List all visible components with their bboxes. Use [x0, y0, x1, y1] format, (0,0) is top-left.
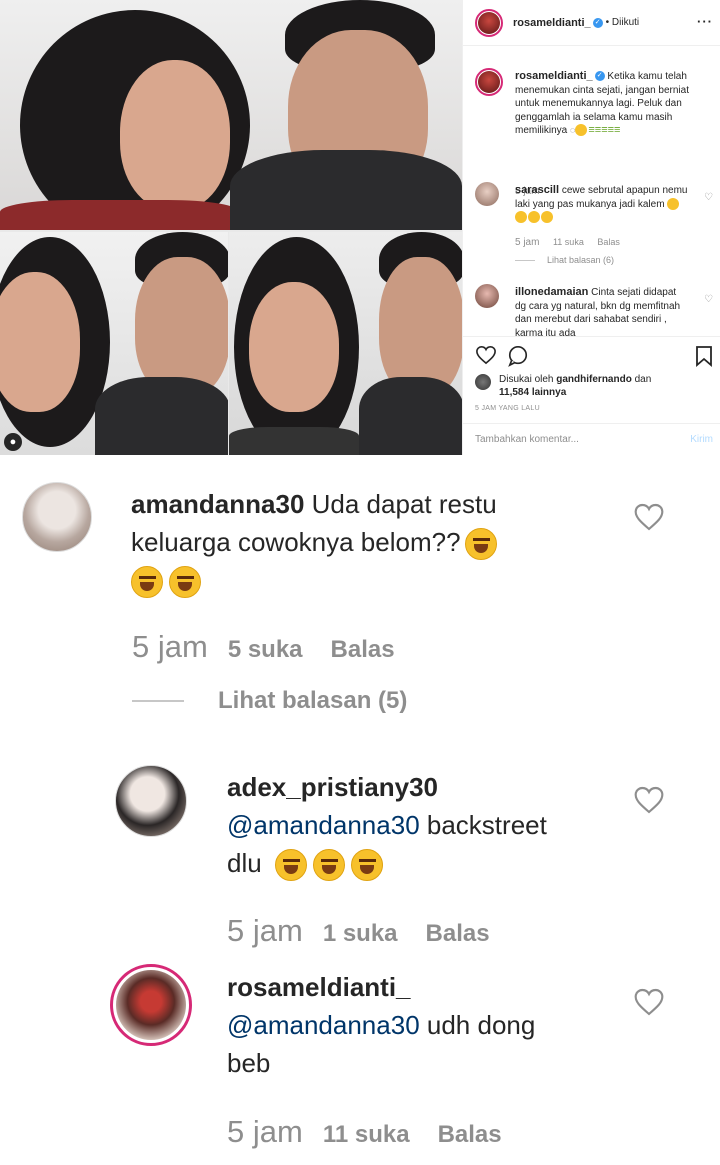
post-photo[interactable]: ● — [0, 0, 462, 455]
liker-username[interactable]: gandhifernando — [556, 374, 632, 385]
comment-time: 5 jam — [227, 913, 303, 948]
caption-text: rosameldianti_ ✓ Ketika kamu telah menemu… — [515, 70, 690, 138]
comment-time: 5 jam — [227, 1114, 303, 1149]
comment-reply-button[interactable]: Balas — [331, 636, 395, 663]
likes-summary: Disukai oleh gandhifernando dan 11,584 l… — [499, 374, 652, 398]
post-timestamp: 5 JAM YANG LALU — [475, 405, 540, 412]
comment-icon[interactable] — [507, 345, 529, 367]
commenter-avatar[interactable] — [475, 284, 499, 308]
comment-text: rosameldianti_ @amandanna30 udh dong beb — [227, 968, 627, 1082]
likes-count[interactable]: 11,584 lainnya — [499, 387, 566, 398]
comment-meta: 5 jam 11 suka Balas — [227, 1114, 530, 1150]
comment-text: amandanna30 Uda dapat restu keluarga cow… — [131, 485, 601, 599]
photo-panel-bottom-left — [0, 232, 228, 455]
commenter-avatar[interactable] — [22, 482, 92, 552]
zoomed-comments: amandanna30 Uda dapat restu keluarga cow… — [0, 455, 720, 1165]
comment-like-heart-icon[interactable]: ♡ — [704, 294, 713, 305]
commenter-avatar[interactable] — [110, 964, 192, 1046]
comment-body: udh dong — [426, 1010, 536, 1040]
comment-meta: 5 jam 11 suka Balas — [515, 237, 631, 248]
author-username[interactable]: rosameldianti_ — [513, 17, 591, 29]
emoji-icon — [350, 849, 383, 882]
comment-username[interactable]: rosameldianti_ — [227, 972, 411, 1002]
comment-time: 5 jam — [132, 629, 208, 664]
comment-username[interactable]: illonedamaian — [515, 286, 588, 298]
comment-meta: 5 jam 5 suka Balas — [132, 629, 423, 665]
comment-body-cont: beb — [227, 1048, 271, 1078]
liker-avatar[interactable] — [475, 374, 491, 390]
more-options-icon[interactable]: ··· — [697, 14, 713, 29]
emoji-icon — [575, 124, 588, 137]
comment-reply-button[interactable]: Balas — [438, 1121, 502, 1148]
comment-likes[interactable]: 11 suka — [323, 1121, 410, 1148]
comment-username[interactable]: adex_pristiany30 — [227, 772, 438, 802]
mention-link[interactable]: @amandanna30 — [227, 810, 420, 840]
comment-meta: 5 jam 1 suka Balas — [227, 913, 518, 949]
comment-input[interactable]: Tambahkan komentar... — [475, 434, 579, 445]
mention-link[interactable]: @amandanna30 — [227, 1010, 420, 1040]
photo-panel-top — [0, 0, 462, 230]
comment-time: 5 jam — [515, 237, 540, 248]
comment-body: backstreet — [426, 810, 547, 840]
post-header: rosameldianti_ ✓ • Diikuti ··· — [463, 0, 720, 46]
comment-body: Uda dapat restu — [311, 489, 497, 519]
instagram-post: ● rosameldianti_ ✓ • Diikuti ··· rosamel… — [0, 0, 720, 455]
verified-icon: ✓ — [592, 17, 603, 28]
comment-like-heart-icon[interactable] — [633, 501, 665, 533]
tagged-user-icon[interactable]: ● — [4, 433, 22, 451]
comment-username[interactable]: amandanna30 — [131, 489, 304, 519]
caption-username[interactable]: rosameldianti_ — [515, 70, 593, 82]
add-comment-bar: Tambahkan komentar... Kirim — [463, 423, 720, 455]
comment-like-heart-icon[interactable] — [633, 986, 665, 1018]
post-actions: Disukai oleh gandhifernando dan 11,584 l… — [463, 336, 720, 422]
view-replies[interactable]: Lihat balasan (5) — [132, 684, 435, 715]
comment-body-cont: dlu — [227, 848, 262, 878]
like-heart-icon[interactable] — [475, 345, 497, 365]
commenter-avatar[interactable] — [115, 765, 187, 837]
view-replies[interactable]: Lihat balasan (6) — [515, 255, 625, 265]
emoji-icon — [312, 849, 345, 882]
post-side-panel: rosameldianti_ ✓ • Diikuti ··· rosameldi… — [462, 0, 720, 455]
emoji-icon — [131, 566, 163, 599]
emoji-icon — [464, 528, 497, 561]
snake-emoji-icon: ≡≡≡≡≡ — [588, 124, 621, 136]
comment-text: illonedamaian Cinta sejati didapat dg ca… — [515, 286, 690, 336]
verified-icon: ✓ — [594, 71, 605, 82]
comment-likes[interactable]: 5 suka — [228, 636, 303, 663]
post-comment-button[interactable]: Kirim — [690, 434, 713, 445]
follow-status[interactable]: • Diikuti — [606, 17, 640, 28]
comment-like-heart-icon[interactable]: ♡ — [704, 192, 713, 203]
emoji-icon — [169, 566, 201, 599]
comment-body-cont: keluarga cowoknya belom?? — [131, 527, 461, 557]
photo-panel-bottom-right — [229, 232, 462, 455]
comment-text: sarascill cewe sebrutal apapun nemu laki… — [515, 184, 690, 225]
comment-likes[interactable]: 11 suka — [553, 237, 584, 247]
author-avatar[interactable] — [475, 8, 503, 37]
comment-reply-button[interactable]: Balas — [426, 920, 490, 947]
caption-avatar[interactable] — [475, 68, 503, 96]
save-bookmark-icon[interactable] — [695, 345, 713, 367]
comment-likes[interactable]: 1 suka — [323, 920, 398, 947]
commenter-avatar[interactable] — [475, 182, 499, 206]
comments-list[interactable]: rosameldianti_ ✓ Ketika kamu telah menemu… — [463, 46, 720, 336]
comment-username[interactable]: sarascill — [515, 184, 559, 196]
comment-text: adex_pristiany30 @amandanna30 backstreet… — [227, 768, 627, 882]
comment-like-heart-icon[interactable] — [633, 784, 665, 816]
emoji-icon — [274, 849, 307, 882]
comment-reply-button[interactable]: Balas — [597, 237, 620, 247]
